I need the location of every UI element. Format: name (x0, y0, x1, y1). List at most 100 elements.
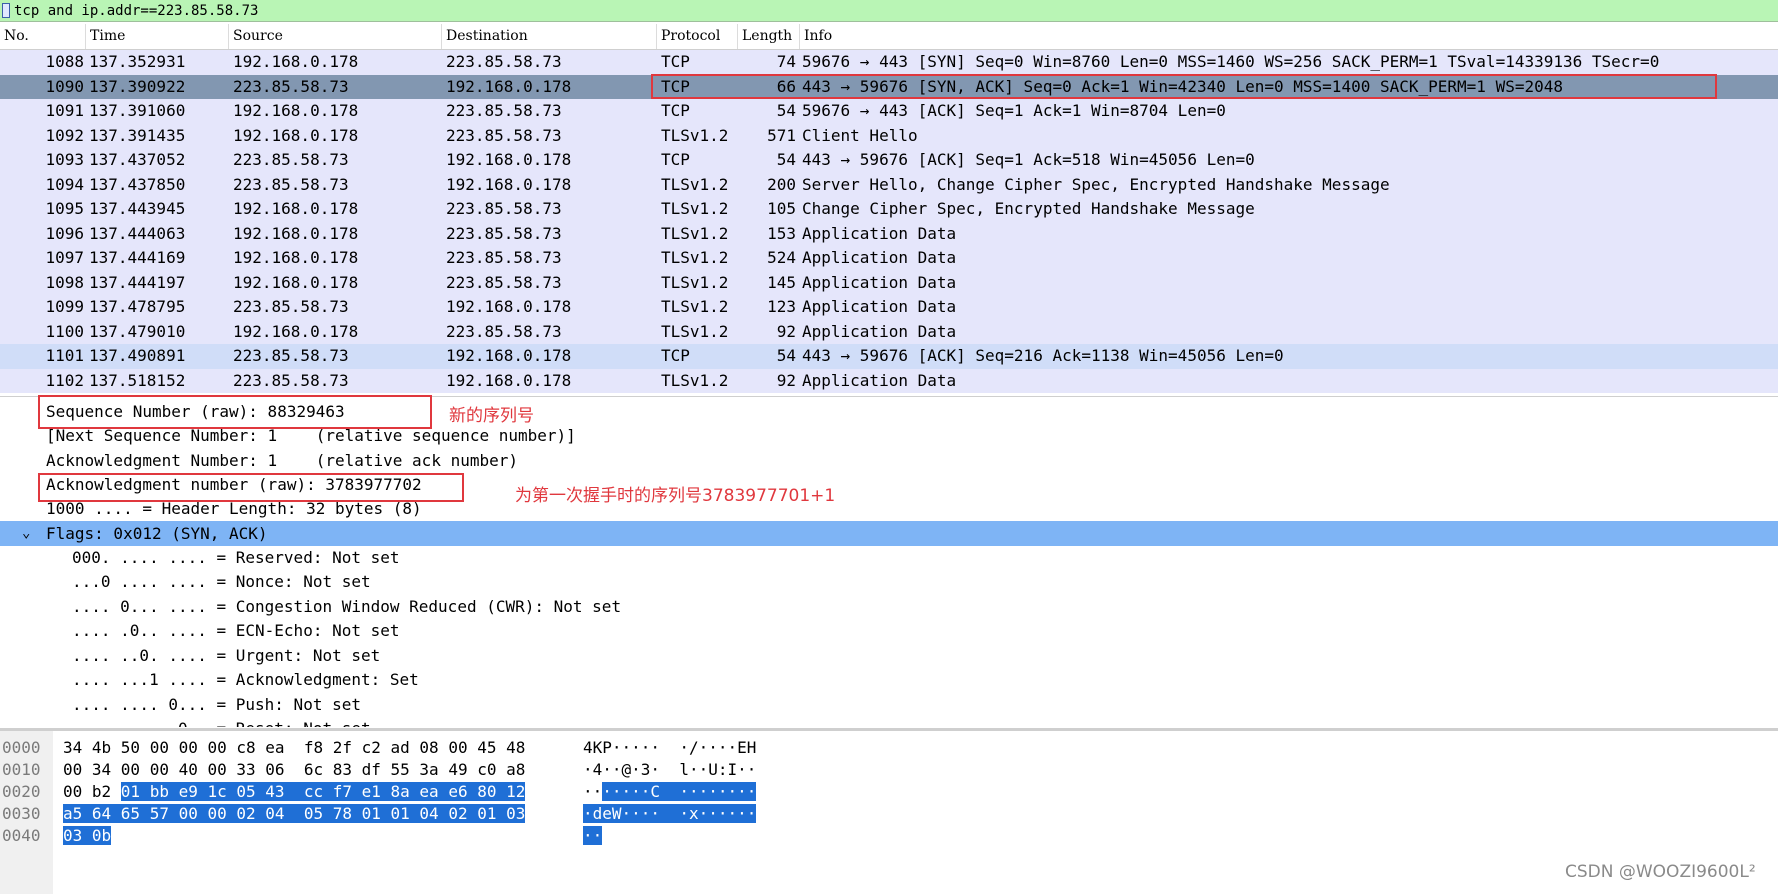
packet-source: 223.85.58.73 (233, 174, 349, 194)
packet-length: 54 (776, 150, 796, 169)
packet-time: 137.437850 (89, 174, 186, 194)
packet-destination: 192.168.0.178 (446, 174, 572, 194)
flag-line-cwr[interactable]: .... 0... .... = Congestion Window Reduc… (72, 595, 621, 619)
flag-line-urgent[interactable]: .... ..0. .... = Urgent: Not set (72, 644, 380, 668)
packet-row[interactable]: 1101 137.490891 223.85.58.73 192.168.0.178 T… (0, 344, 1778, 369)
packet-source: 192.168.0.178 (233, 321, 359, 341)
packet-info: Change Cipher Spec, Encrypted Handshake … (802, 199, 1255, 218)
packet-protocol: TLSv1.2 (661, 199, 729, 218)
detail-flags[interactable]: Flags: 0x012 (SYN, ACK) (46, 522, 268, 546)
packet-length: 200 (767, 174, 796, 194)
annotation-box-seq-raw (38, 395, 432, 429)
column-header-protocol[interactable]: Protocol (657, 24, 738, 49)
column-header-source[interactable]: Source (229, 24, 442, 49)
packet-source: 192.168.0.178 (233, 248, 359, 267)
flag-line-nonce[interactable]: ...0 .... .... = Nonce: Not set (72, 570, 371, 594)
packet-destination: 192.168.0.178 (446, 76, 572, 96)
packet-bytes-pane[interactable]: 0000 0010 0020 0030 0040 34 4b 50 00 00 … (0, 728, 1778, 894)
hex-bytes-line[interactable]: 00 34 00 00 40 00 33 06 6c 83 df 55 3a 4… (63, 759, 525, 781)
packet-row[interactable]: 1099 137.478795 223.85.58.73 192.168.0.178 T… (0, 295, 1778, 320)
packet-list-header: No. Time Source Destination Protocol Len… (0, 24, 1778, 50)
ascii-selected[interactable]: ·deW···· ·x······ (583, 804, 757, 823)
packet-info: 59676 → 443 [ACK] Seq=1 Ack=1 Win=8704 L… (802, 101, 1226, 120)
ascii-line[interactable]: ·· (583, 825, 603, 847)
watermark: CSDN @WOOZI9600L² (1565, 862, 1756, 882)
packet-source: 192.168.0.178 (233, 101, 359, 120)
column-header-destination[interactable]: Destination (442, 24, 657, 49)
packet-destination: 192.168.0.178 (446, 150, 572, 169)
packet-details-pane[interactable]: Sequence Number (raw): 88329463 [Next Se… (0, 397, 1778, 727)
packet-length: 524 (767, 248, 796, 267)
annotation-box-synack-row (651, 74, 1717, 99)
packet-info: Server Hello, Change Cipher Spec, Encryp… (802, 174, 1390, 194)
packet-row[interactable]: 1091 137.391060 192.168.0.178 223.85.58.73 T… (0, 99, 1778, 124)
packet-protocol: TLSv1.2 (661, 370, 729, 390)
packet-row[interactable]: 1097 137.444169 192.168.0.178 223.85.58.73 T… (0, 246, 1778, 271)
ascii-unselected[interactable]: ·· (583, 782, 602, 801)
ascii-line[interactable]: ·deW···· ·x······ (583, 803, 757, 825)
column-header-length[interactable]: Length (738, 24, 800, 49)
hex-bytes-unselected[interactable]: 00 b2 (63, 782, 121, 801)
expand-chevron-icon[interactable]: ⌄ (22, 525, 30, 541)
ascii-selected[interactable]: ·····C ········ (602, 782, 757, 801)
packet-destination: 192.168.0.178 (446, 346, 572, 365)
column-header-info[interactable]: Info (800, 24, 1778, 49)
packet-source: 192.168.0.178 (233, 223, 359, 243)
packet-length: 153 (767, 223, 796, 243)
packet-info: 59676 → 443 [SYN] Seq=0 Win=8760 Len=0 M… (802, 52, 1660, 71)
flag-line-push[interactable]: .... .... 0... = Push: Not set (72, 693, 361, 717)
hex-bytes-line[interactable]: 00 b2 01 bb e9 1c 05 43 cc f7 e1 8a ea e… (63, 781, 526, 803)
hex-bytes-line[interactable]: 03 0b (63, 825, 112, 847)
packet-row[interactable]: 1095 137.443945 192.168.0.178 223.85.58.73 T… (0, 197, 1778, 222)
packet-protocol: TCP (661, 52, 690, 71)
packet-info: Application Data (802, 272, 957, 292)
packet-destination: 223.85.58.73 (446, 52, 562, 71)
packet-row[interactable]: 1093 137.437052 223.85.58.73 192.168.0.178 T… (0, 148, 1778, 173)
flag-line-reset[interactable]: .... .... .0.. = Reset: Not set (72, 717, 371, 727)
packet-time: 137.479010 (89, 321, 186, 341)
packet-no: 1093 (45, 150, 84, 169)
hex-bytes-line[interactable]: a5 64 65 57 00 00 02 04 05 78 01 01 04 0… (63, 803, 526, 825)
flag-line-ecn[interactable]: .... .0.. .... = ECN-Echo: Not set (72, 619, 400, 643)
packet-row[interactable]: 1100 137.479010 192.168.0.178 223.85.58.73 T… (0, 319, 1778, 344)
ascii-selected[interactable]: ·· (583, 826, 603, 845)
packet-info: 443 → 59676 [ACK] Seq=216 Ack=1138 Win=4… (802, 346, 1284, 365)
packet-destination: 223.85.58.73 (446, 101, 562, 120)
packet-no: 1091 (45, 101, 84, 120)
hex-bytes-selected[interactable]: 03 0b (63, 826, 112, 845)
ascii-line[interactable]: ·4··@·3· l··U:I·· (583, 759, 756, 781)
packet-row[interactable]: 1088 137.352931 192.168.0.178 223.85.58.73 T… (0, 50, 1778, 75)
flag-line-ack[interactable]: .... ...1 .... = Acknowledgment: Set (72, 668, 419, 692)
packet-row[interactable]: 1094 137.437850 223.85.58.73 192.168.0.178 T… (0, 172, 1778, 197)
packet-time: 137.391435 (89, 125, 186, 145)
bookmark-icon[interactable] (2, 3, 10, 18)
packet-destination: 192.168.0.178 (446, 297, 572, 316)
packet-length: 123 (767, 297, 796, 316)
column-header-no[interactable]: No. (0, 24, 86, 49)
packet-protocol: TLSv1.2 (661, 223, 729, 243)
packet-row[interactable]: 1102 137.518152 223.85.58.73 192.168.0.178 T… (0, 368, 1778, 393)
packet-protocol: TLSv1.2 (661, 125, 729, 145)
hex-bytes-selected[interactable]: 01 bb e9 1c 05 43 cc f7 e1 8a ea e6 80 1… (120, 782, 526, 801)
flag-line-reserved[interactable]: 000. .... .... = Reserved: Not set (72, 546, 400, 570)
packet-time: 137.518152 (89, 370, 186, 390)
packet-row[interactable]: 1092 137.391435 192.168.0.178 223.85.58.73 T… (0, 123, 1778, 148)
hex-bytes-line[interactable]: 34 4b 50 00 00 00 c8 ea f8 2f c2 ad 08 0… (63, 737, 525, 759)
packet-source: 223.85.58.73 (233, 346, 349, 365)
ascii-line[interactable]: 4KP····· ·/····EH (583, 737, 756, 759)
packet-no: 1100 (45, 321, 84, 341)
display-filter-bar[interactable] (0, 0, 1778, 22)
packet-no: 1094 (45, 174, 84, 194)
detail-ack[interactable]: Acknowledgment Number: 1 (relative ack n… (46, 449, 518, 473)
packet-time: 137.352931 (89, 52, 186, 71)
packet-info: Application Data (802, 321, 957, 341)
ascii-line[interactable]: ·······C ········ (583, 781, 757, 803)
packet-protocol: TLSv1.2 (661, 297, 729, 316)
display-filter-input[interactable] (14, 1, 1754, 20)
column-header-time[interactable]: Time (86, 24, 229, 49)
packet-no: 1097 (45, 248, 84, 267)
hex-bytes-selected[interactable]: a5 64 65 57 00 00 02 04 05 78 01 01 04 0… (63, 804, 526, 823)
packet-no: 1099 (45, 297, 84, 316)
packet-row[interactable]: 1096 137.444063 192.168.0.178 223.85.58.73 T… (0, 221, 1778, 246)
packet-row[interactable]: 1098 137.444197 192.168.0.178 223.85.58.73 T… (0, 270, 1778, 295)
